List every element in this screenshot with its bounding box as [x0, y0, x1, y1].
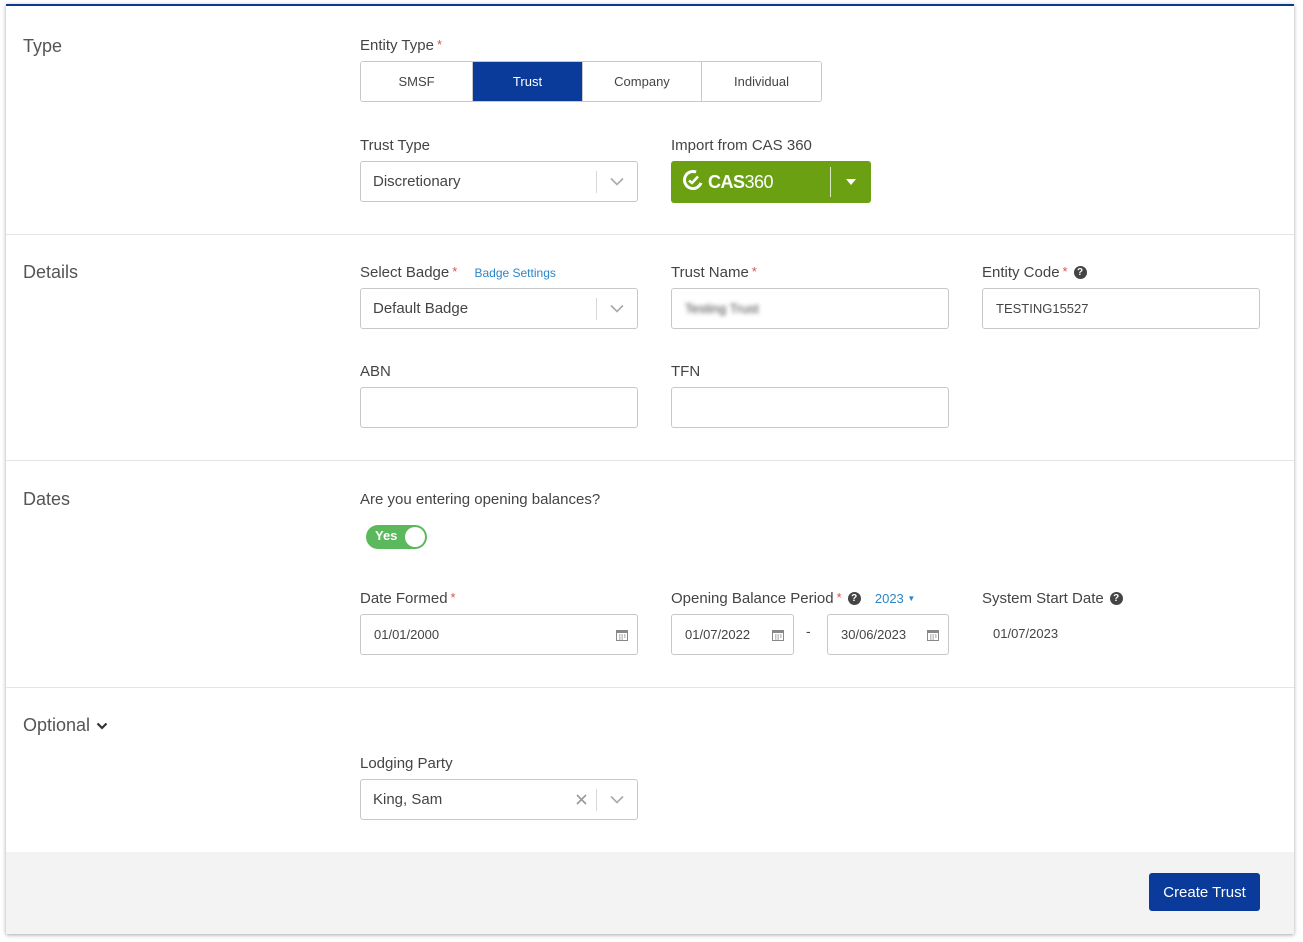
cas360-logo-text: CAS360	[708, 171, 774, 192]
import-cas360-main-button[interactable]: CAS360	[671, 161, 830, 203]
period-start-input[interactable]: 01/07/2022	[671, 614, 794, 655]
entity-code-value: TESTING15527	[996, 301, 1089, 316]
abn-input[interactable]	[360, 387, 638, 428]
trust-name-input[interactable]: Testing Trust	[671, 288, 949, 329]
opening-balances-question: Are you entering opening balances?	[360, 491, 601, 508]
calendar-icon[interactable]	[763, 629, 793, 641]
entity-type-smsf-option[interactable]: SMSF	[361, 62, 473, 101]
import-cas-label: Import from CAS 360	[671, 137, 812, 154]
calendar-icon[interactable]	[607, 629, 637, 641]
period-year-dropdown[interactable]: 2023 ▼	[875, 591, 915, 606]
trust-type-select[interactable]: Discretionary	[360, 161, 638, 202]
period-separator: -	[806, 623, 811, 639]
tfn-input[interactable]	[671, 387, 949, 428]
required-marker: *	[836, 590, 842, 605]
help-icon[interactable]: ?	[1073, 265, 1087, 279]
badge-select[interactable]: Default Badge	[360, 288, 638, 329]
trust-name-value: Testing Trust	[685, 301, 759, 316]
opening-balances-toggle[interactable]: Yes	[366, 525, 427, 549]
lodging-party-label: Lodging Party	[360, 755, 453, 772]
required-marker: *	[751, 264, 757, 279]
period-end-input[interactable]: 30/06/2023	[827, 614, 949, 655]
trust-name-label: Trust Name *	[671, 264, 757, 281]
caret-down-icon: ▼	[907, 594, 916, 603]
create-trust-button[interactable]: Create Trust	[1149, 873, 1260, 911]
form-footer: Create Trust	[6, 852, 1294, 934]
entity-code-label: Entity Code *?	[982, 264, 1087, 281]
section-title-type: Type	[23, 36, 63, 56]
toggle-knob	[405, 527, 425, 547]
lodging-party-value: King, Sam	[373, 791, 443, 808]
entity-type-company-option[interactable]: Company	[583, 62, 702, 101]
toggle-label: Yes	[375, 528, 398, 543]
period-start-value: 01/07/2022	[685, 627, 751, 642]
required-marker: *	[450, 590, 456, 605]
entity-type-trust-option[interactable]: Trust	[473, 62, 583, 101]
system-start-date-value: 01/07/2023	[993, 626, 1059, 641]
system-start-date-label: System Start Date?	[982, 590, 1123, 607]
period-end-value: 30/06/2023	[841, 627, 907, 642]
section-divider	[6, 460, 1294, 461]
help-icon[interactable]: ?	[847, 591, 861, 605]
entity-type-selector: SMSF Trust Company Individual	[360, 61, 822, 102]
opening-balance-period-label: Opening Balance Period *? 2023 ▼	[671, 590, 916, 607]
chevron-down-icon	[597, 177, 637, 186]
create-entity-form: Type Entity Type * SMSF Trust Company Ind…	[6, 4, 1294, 934]
date-formed-label: Date Formed *	[360, 590, 456, 607]
optional-section-toggle[interactable]: Optional	[23, 715, 108, 736]
section-divider	[6, 234, 1294, 235]
chevron-down-icon	[597, 795, 637, 804]
select-badge-label: Select Badge * Badge Settings	[360, 264, 556, 281]
entity-type-individual-option[interactable]: Individual	[702, 62, 821, 101]
date-formed-value: 01/01/2000	[374, 627, 440, 642]
required-marker: *	[452, 264, 458, 279]
section-title-dates: Dates	[23, 489, 71, 509]
chevron-down-icon	[597, 304, 637, 313]
cas360-logo-icon	[682, 169, 704, 196]
chevron-down-icon	[96, 722, 108, 730]
section-divider	[6, 687, 1294, 688]
required-marker: *	[1062, 264, 1068, 279]
calendar-icon[interactable]	[918, 629, 948, 641]
caret-down-icon[interactable]	[831, 179, 871, 185]
entity-code-input[interactable]: TESTING15527	[982, 288, 1260, 329]
trust-type-value: Discretionary	[373, 173, 461, 190]
date-formed-input[interactable]: 01/01/2000	[360, 614, 638, 655]
required-marker: *	[436, 37, 442, 52]
import-cas360-button: CAS360	[671, 161, 871, 203]
tfn-label: TFN	[671, 363, 701, 380]
section-title-details: Details	[23, 262, 79, 282]
clear-icon[interactable]	[570, 794, 592, 805]
entity-type-label: Entity Type *	[360, 37, 442, 54]
trust-type-label: Trust Type	[360, 137, 431, 154]
badge-value: Default Badge	[373, 300, 469, 317]
badge-settings-link[interactable]: Badge Settings	[474, 266, 555, 280]
help-icon[interactable]: ?	[1109, 591, 1123, 605]
lodging-party-select[interactable]: King, Sam	[360, 779, 638, 820]
abn-label: ABN	[360, 363, 391, 380]
